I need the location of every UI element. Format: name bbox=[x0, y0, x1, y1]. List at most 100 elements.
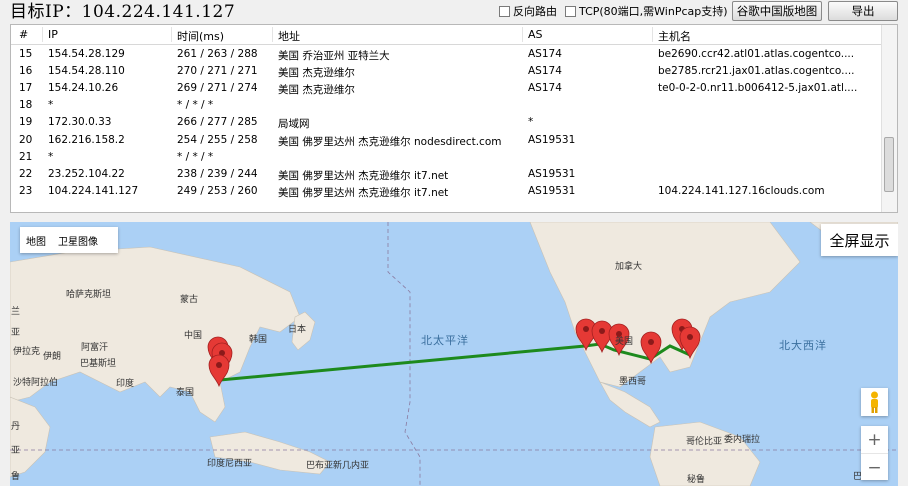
column-header[interactable]: 主机名 bbox=[658, 28, 873, 44]
column-header[interactable]: AS bbox=[528, 28, 656, 41]
tcp-label: TCP(80端口,需WinPcap支持) bbox=[579, 5, 728, 18]
ocean-label-north-atlantic: 北大西洋 bbox=[779, 339, 827, 352]
ocean-label-north-pacific: 北太平洋 bbox=[421, 334, 469, 347]
label-colombia: 哥伦比亚 bbox=[686, 437, 723, 447]
table-cell: 20 bbox=[19, 133, 33, 146]
scrollbar-thumb[interactable] bbox=[884, 137, 894, 192]
column-separator[interactable] bbox=[522, 27, 523, 42]
table-row[interactable]: 18 * * / * / * bbox=[11, 97, 883, 114]
africa-arabia-landmass bbox=[10, 396, 51, 478]
label-usa: 美国 bbox=[615, 337, 634, 347]
table-row[interactable]: 22 23.252.104.22 238 / 239 / 244 美国 佛罗里达州 杰… bbox=[11, 166, 883, 183]
table-cell: be2785.rcr21.jax01.atlas.cogentco.... bbox=[658, 65, 855, 78]
table-cell: 美国 佛罗里达州 杰克逊维尔 it7.net bbox=[278, 186, 449, 199]
table-cell: * / * / * bbox=[177, 99, 214, 112]
pegman-icon[interactable] bbox=[861, 388, 888, 416]
checkbox-box[interactable] bbox=[565, 5, 576, 17]
table-cell: * bbox=[48, 99, 54, 112]
table-cell: AS174 bbox=[528, 48, 562, 60]
label-iraq: 伊拉克 bbox=[13, 347, 41, 357]
label-lu-edge: 鲁 bbox=[11, 472, 21, 482]
table-cell: 104.224.141.127 bbox=[48, 184, 139, 197]
column-separator[interactable] bbox=[42, 27, 43, 42]
table-row[interactable]: 23 104.224.141.127 249 / 253 / 260 美国 佛罗里达州… bbox=[11, 183, 883, 200]
route-map[interactable]: 北太平洋 北大西洋 哈萨克斯坦 蒙古 中国 阿富汗 巴基斯坦 伊朗 印度 泰国 … bbox=[10, 222, 898, 486]
column-separator[interactable] bbox=[652, 27, 653, 42]
table-cell: * bbox=[48, 150, 54, 163]
table-cell: 154.54.28.129 bbox=[48, 48, 125, 60]
table-cell: 美国 佛罗里达州 杰克逊维尔 nodesdirect.com bbox=[278, 135, 502, 148]
table-cell: 美国 杰克逊维尔 bbox=[278, 67, 355, 80]
label-japan: 日本 bbox=[288, 325, 307, 335]
table-cell: 104.224.141.127.16clouds.com bbox=[658, 184, 825, 197]
label-thailand: 泰国 bbox=[176, 388, 195, 398]
label-arabia-edge: 亚 bbox=[11, 446, 21, 456]
toolbar: 目标IP：104.224.141.127 反向路由 TCP(80端口,需WinP… bbox=[0, 0, 908, 22]
table-cell: 18 bbox=[19, 99, 33, 112]
table-cell: 266 / 277 / 285 bbox=[177, 116, 258, 129]
table-row[interactable]: 16 154.54.28.110 270 / 271 / 271 美国 杰克逊维尔 AS… bbox=[11, 63, 883, 80]
label-ly-edge: 兰 bbox=[11, 307, 21, 317]
table-cell: 17 bbox=[19, 82, 33, 95]
map-canvas bbox=[10, 222, 898, 486]
column-separator[interactable] bbox=[272, 27, 273, 42]
table-header: # IP 时间(ms) 地址 AS 主机名 bbox=[11, 25, 883, 45]
pegman-glyph bbox=[871, 391, 878, 413]
label-venezuela: 委内瑞拉 bbox=[724, 435, 761, 445]
label-sudan-edge: 丹 bbox=[11, 422, 21, 432]
label-kazakhstan: 哈萨克斯坦 bbox=[66, 290, 112, 300]
fullscreen-button[interactable]: 全屏显示 bbox=[821, 224, 898, 256]
table-cell: AS19531 bbox=[528, 167, 576, 180]
export-button[interactable]: 导出 bbox=[828, 1, 898, 21]
table-cell: * / * / * bbox=[177, 150, 214, 163]
table-cell: 美国 乔治亚州 亚特兰大 bbox=[278, 50, 390, 62]
column-header[interactable]: 地址 bbox=[278, 28, 526, 44]
table-cell: AS174 bbox=[528, 65, 562, 78]
label-papua: 巴布亚新几内亚 bbox=[306, 461, 370, 471]
target-ip-label: 目标IP：104.224.141.127 bbox=[10, 2, 236, 22]
table-cell: AS19531 bbox=[528, 184, 576, 197]
column-header[interactable]: 时间(ms) bbox=[177, 28, 277, 44]
tcp-checkbox[interactable]: TCP(80端口,需WinPcap支持) bbox=[565, 3, 728, 19]
map-type-satellite[interactable]: 卫星图像 bbox=[52, 233, 104, 248]
table-row[interactable]: 15 154.54.28.129 261 / 263 / 288 美国 乔治亚州 亚特… bbox=[11, 46, 883, 63]
traceroute-table: # IP 时间(ms) 地址 AS 主机名 15 154.54.28.129 261 / 26… bbox=[10, 24, 898, 213]
label-pakistan: 巴基斯坦 bbox=[80, 359, 117, 369]
zoom-out-button[interactable]: − bbox=[861, 454, 888, 481]
table-cell: 261 / 263 / 288 bbox=[177, 48, 258, 60]
table-cell: AS174 bbox=[528, 82, 562, 95]
label-mexico: 墨西哥 bbox=[619, 377, 647, 387]
label-afghanistan: 阿富汗 bbox=[81, 343, 109, 353]
label-mongolia: 蒙古 bbox=[180, 295, 199, 305]
map-type-map[interactable]: 地图 bbox=[20, 233, 52, 248]
table-cell: 269 / 271 / 274 bbox=[177, 82, 258, 95]
table-cell: AS19531 bbox=[528, 133, 576, 146]
google-china-map-button[interactable]: 谷歌中国版地图 bbox=[732, 1, 822, 21]
zoom-in-button[interactable]: + bbox=[861, 426, 888, 454]
table-cell: 238 / 239 / 244 bbox=[177, 167, 258, 180]
reverse-route-checkbox[interactable]: 反向路由 bbox=[499, 3, 557, 19]
label-iran: 伊朗 bbox=[43, 352, 62, 362]
table-row[interactable]: 20 162.216.158.2 254 / 255 / 258 美国 佛罗里达州 杰… bbox=[11, 132, 883, 149]
label-india: 印度 bbox=[116, 379, 135, 389]
table-cell: 19 bbox=[19, 116, 33, 129]
map-type-control: 地图 卫星图像 bbox=[20, 227, 118, 253]
central-america-landmass bbox=[599, 381, 661, 428]
label-china: 中国 bbox=[184, 331, 203, 341]
reverse-route-label: 反向路由 bbox=[513, 5, 557, 18]
table-row[interactable]: 17 154.24.10.26 269 / 271 / 274 美国 杰克逊维尔 AS1… bbox=[11, 80, 883, 97]
label-saudi: 沙特阿拉伯 bbox=[13, 378, 59, 388]
table-row[interactable]: 19 172.30.0.33 266 / 277 / 285 局域网 * bbox=[11, 114, 883, 131]
column-header[interactable]: IP bbox=[48, 28, 173, 41]
table-cell: 270 / 271 / 271 bbox=[177, 65, 258, 78]
label-sia-edge: 亚 bbox=[11, 328, 21, 338]
table-cell: 23 bbox=[19, 184, 33, 197]
table-row[interactable]: 21 * * / * / * bbox=[11, 149, 883, 166]
label-canada: 加拿大 bbox=[615, 262, 643, 272]
vertical-scrollbar[interactable] bbox=[881, 25, 897, 212]
label-peru: 秘鲁 bbox=[687, 475, 706, 485]
zoom-control: + − bbox=[861, 426, 888, 480]
column-separator[interactable] bbox=[171, 27, 172, 42]
checkbox-box[interactable] bbox=[499, 5, 510, 17]
table-cell: 局域网 bbox=[278, 118, 310, 131]
